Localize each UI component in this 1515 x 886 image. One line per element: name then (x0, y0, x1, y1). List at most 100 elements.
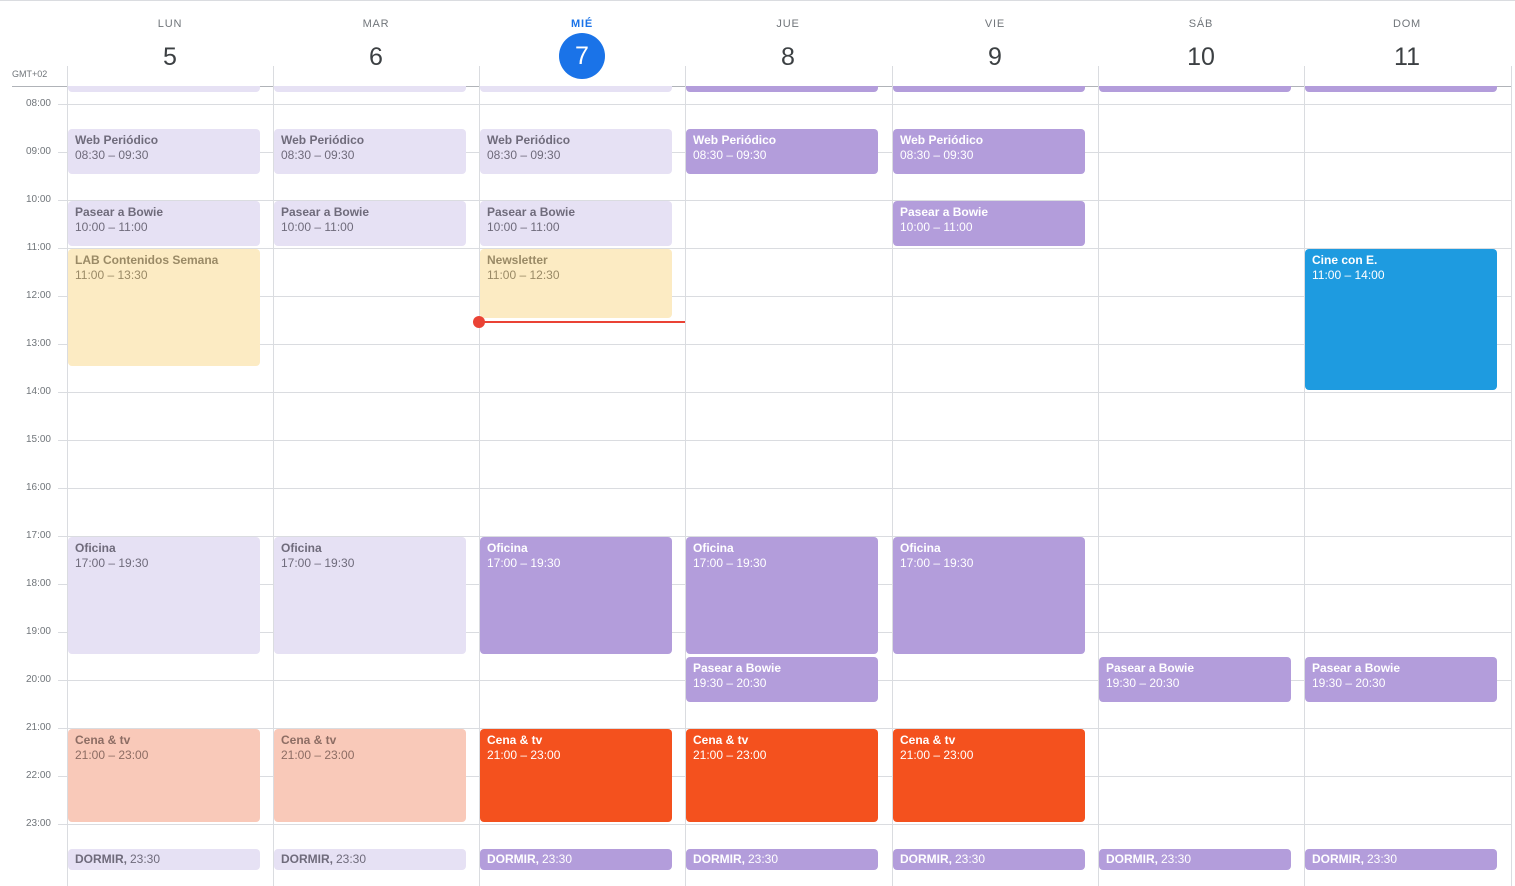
event-oficina[interactable]: Oficina 17:00 – 19:30 (893, 537, 1085, 654)
event-time: 21:00 – 23:00 (900, 748, 974, 762)
event-cine-con-e[interactable]: Cine con E. 11:00 – 14:00 (1305, 249, 1497, 390)
event-cena-tv[interactable]: Cena & tv 21:00 – 23:00 (274, 729, 466, 822)
day-header-mié[interactable]: MIÉ 7 (479, 0, 685, 86)
timezone-label: GMT+02 (12, 69, 48, 79)
event-continuation[interactable] (480, 86, 672, 92)
event-pasear-a-bowie[interactable]: Pasear a Bowie 19:30 – 20:30 (686, 657, 878, 702)
event-dormir[interactable]: DORMIR, 23:30 (686, 849, 878, 870)
event-dormir[interactable]: DORMIR, 23:30 (1099, 849, 1291, 870)
day-header-lun[interactable]: LUN 5 (67, 0, 273, 86)
event-title: DORMIR, (1106, 852, 1158, 866)
event-time: 11:00 – 13:30 (75, 268, 148, 282)
week-calendar: GMT+02 LUN 5 MAR 6 MIÉ 7 JUE 8 VIE 9 SÁB 10 DOM 11 08… (0, 0, 1515, 886)
event-dormir[interactable]: DORMIR, 23:30 (893, 849, 1085, 870)
event-continuation[interactable] (1305, 86, 1497, 92)
day-of-week-label: JUE (776, 18, 800, 30)
event-time: 08:30 – 09:30 (281, 148, 355, 162)
event-time: 19:30 – 20:30 (1106, 676, 1180, 690)
hour-label: 23:00 (25, 818, 51, 829)
event-lab-contenidos-semana[interactable]: LAB Contenidos Semana 11:00 – 13:30 (68, 249, 260, 366)
event-pasear-a-bowie[interactable]: Pasear a Bowie 10:00 – 11:00 (893, 201, 1085, 246)
event-continuation[interactable] (1099, 86, 1291, 92)
hour-label: 14:00 (25, 386, 51, 397)
current-time-dot (473, 316, 485, 328)
event-time: 08:30 – 09:30 (487, 148, 561, 162)
event-title: Pasear a Bowie (75, 205, 164, 219)
event-continuation[interactable] (686, 86, 878, 92)
day-number[interactable]: 5 (147, 36, 193, 78)
event-web-periódico[interactable]: Web Periódico 08:30 – 09:30 (893, 129, 1085, 174)
event-time: 19:30 – 20:30 (693, 676, 767, 690)
event-time: 21:00 – 23:00 (75, 748, 149, 762)
event-pasear-a-bowie[interactable]: Pasear a Bowie 10:00 – 11:00 (274, 201, 466, 246)
event-cena-tv[interactable]: Cena & tv 21:00 – 23:00 (480, 729, 672, 822)
hour-tick (58, 296, 67, 297)
event-time: 23:30 (748, 852, 779, 866)
event-time: 19:30 – 20:30 (1312, 676, 1386, 690)
day-of-week-label: DOM (1392, 18, 1422, 30)
day-header-mar[interactable]: MAR 6 (273, 0, 479, 86)
hour-tick (58, 632, 67, 633)
event-title: Web Periódico (487, 133, 571, 147)
day-number[interactable]: 8 (765, 36, 811, 78)
day-of-week-label: SÁB (1188, 18, 1214, 30)
event-title: Web Periódico (75, 133, 159, 147)
event-dormir[interactable]: DORMIR, 23:30 (1305, 849, 1497, 870)
event-time: 08:30 – 09:30 (75, 148, 149, 162)
day-column-divider (1098, 66, 1099, 886)
event-time: 08:30 – 09:30 (693, 148, 767, 162)
event-time: 11:00 – 14:00 (1312, 268, 1385, 282)
event-oficina[interactable]: Oficina 17:00 – 19:30 (68, 537, 260, 654)
event-pasear-a-bowie[interactable]: Pasear a Bowie 19:30 – 20:30 (1305, 657, 1497, 702)
event-title: Oficina (900, 541, 941, 555)
event-continuation[interactable] (68, 86, 260, 92)
day-header-sáb[interactable]: SÁB 10 (1098, 0, 1304, 86)
event-continuation[interactable] (893, 86, 1085, 92)
hour-line (67, 440, 1511, 441)
event-dormir[interactable]: DORMIR, 23:30 (274, 849, 466, 870)
day-header-vie[interactable]: VIE 9 (892, 0, 1098, 86)
day-number[interactable]: 10 (1178, 36, 1224, 78)
event-title: Oficina (487, 541, 528, 555)
event-dormir[interactable]: DORMIR, 23:30 (68, 849, 260, 870)
event-pasear-a-bowie[interactable]: Pasear a Bowie 10:00 – 11:00 (480, 201, 672, 246)
event-pasear-a-bowie[interactable]: Pasear a Bowie 19:30 – 20:30 (1099, 657, 1291, 702)
event-web-periódico[interactable]: Web Periódico 08:30 – 09:30 (480, 129, 672, 174)
event-time: 17:00 – 19:30 (75, 556, 149, 570)
event-time: 23:30 (336, 852, 367, 866)
hour-label: 21:00 (25, 722, 51, 733)
event-oficina[interactable]: Oficina 17:00 – 19:30 (480, 537, 672, 654)
event-cena-tv[interactable]: Cena & tv 21:00 – 23:00 (893, 729, 1085, 822)
hour-tick (58, 104, 67, 105)
event-pasear-a-bowie[interactable]: Pasear a Bowie 10:00 – 11:00 (68, 201, 260, 246)
event-title: LAB Contenidos Semana (75, 253, 219, 267)
hour-tick (58, 248, 67, 249)
event-time: 17:00 – 19:30 (900, 556, 974, 570)
hour-label: 18:00 (25, 578, 51, 589)
event-title: Pasear a Bowie (281, 205, 370, 219)
event-newsletter[interactable]: Newsletter 11:00 – 12:30 (480, 249, 672, 318)
event-title: Pasear a Bowie (693, 661, 782, 675)
day-number[interactable]: 9 (972, 36, 1018, 78)
event-oficina[interactable]: Oficina 17:00 – 19:30 (274, 537, 466, 654)
day-number[interactable]: 11 (1384, 36, 1430, 78)
event-web-periódico[interactable]: Web Periódico 08:30 – 09:30 (686, 129, 878, 174)
event-web-periódico[interactable]: Web Periódico 08:30 – 09:30 (274, 129, 466, 174)
hour-tick (58, 824, 67, 825)
day-header-dom[interactable]: DOM 11 (1304, 0, 1510, 86)
event-cena-tv[interactable]: Cena & tv 21:00 – 23:00 (68, 729, 260, 822)
event-dormir[interactable]: DORMIR, 23:30 (480, 849, 672, 870)
event-cena-tv[interactable]: Cena & tv 21:00 – 23:00 (686, 729, 878, 822)
hour-line (67, 824, 1511, 825)
day-number[interactable]: 7 (559, 33, 605, 79)
event-oficina[interactable]: Oficina 17:00 – 19:30 (686, 537, 878, 654)
day-number[interactable]: 6 (353, 36, 399, 78)
event-continuation[interactable] (274, 86, 466, 92)
event-title: DORMIR, (693, 852, 745, 866)
day-header-jue[interactable]: JUE 8 (685, 0, 891, 86)
hour-tick (58, 392, 67, 393)
event-title: Pasear a Bowie (1312, 661, 1401, 675)
event-web-periódico[interactable]: Web Periódico 08:30 – 09:30 (68, 129, 260, 174)
event-time: 10:00 – 11:00 (900, 220, 973, 234)
hour-tick (58, 440, 67, 441)
